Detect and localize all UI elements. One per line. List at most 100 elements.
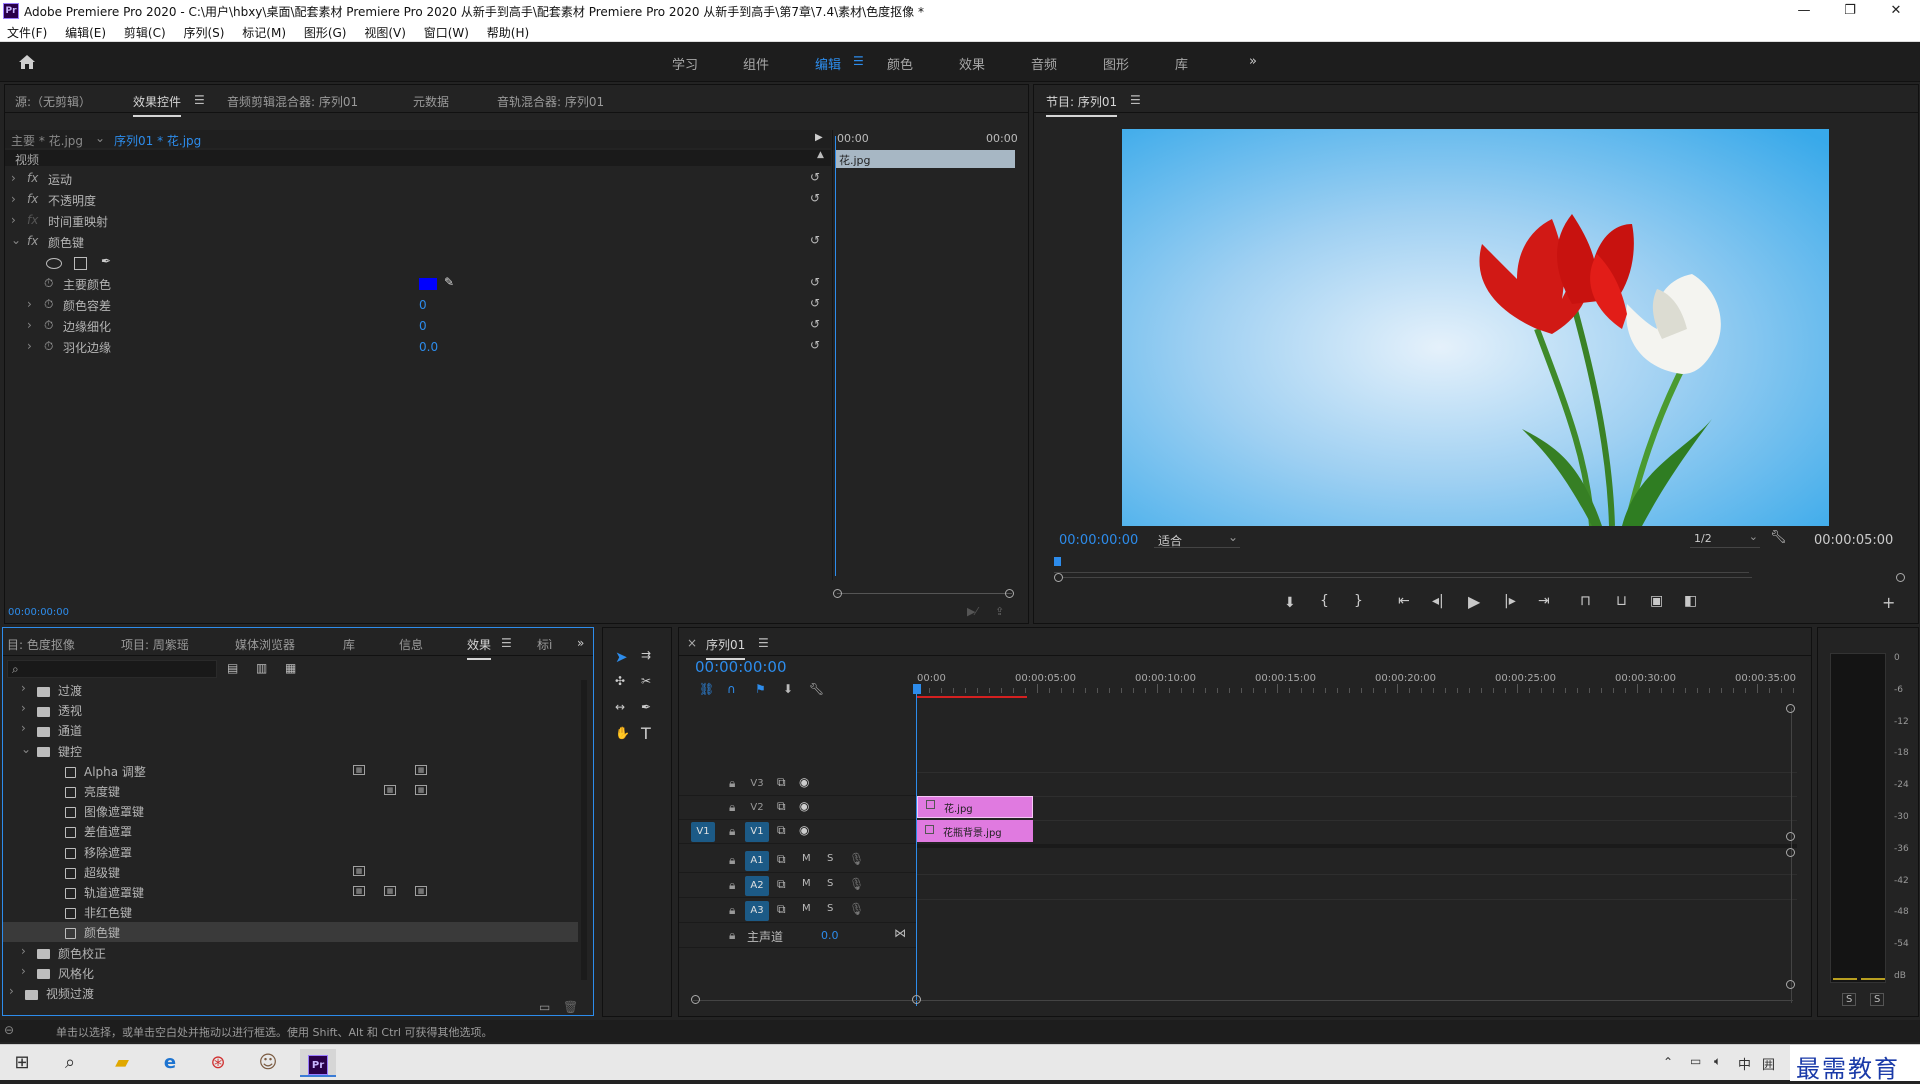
tab-metadata[interactable]: 元数据 bbox=[413, 93, 449, 110]
chevron-right-icon[interactable]: › bbox=[11, 192, 16, 206]
lift-icon[interactable]: ⊓ bbox=[1580, 593, 1591, 609]
workspace-effects[interactable]: 效果 bbox=[959, 54, 985, 73]
zoom-handle-right[interactable] bbox=[912, 995, 921, 1004]
param-row-color-tolerance[interactable]: › ⏱ 颜色容差 0 ↺ bbox=[5, 296, 831, 316]
resolution-dropdown[interactable]: 1/2 ⌄ bbox=[1690, 530, 1760, 548]
effects-search-box[interactable]: ⌕ bbox=[7, 660, 217, 678]
param-row-key-color[interactable]: ⏱ 主要颜色 ✎ ↺ bbox=[5, 275, 831, 295]
mute-button[interactable]: M bbox=[802, 853, 811, 864]
chevron-right-icon[interactable]: › bbox=[9, 984, 14, 998]
eye-icon[interactable]: ◉ bbox=[799, 823, 809, 837]
rectangle-mask-icon[interactable] bbox=[74, 257, 87, 270]
play-audio-icon[interactable]: ▶⁄ bbox=[967, 605, 977, 618]
chevron-right-icon[interactable]: › bbox=[21, 701, 26, 715]
menu-file[interactable]: 文件(F) bbox=[0, 22, 54, 41]
chevron-down-icon[interactable]: ⌄ bbox=[11, 233, 21, 247]
chevron-right-icon[interactable]: › bbox=[21, 681, 26, 695]
tab-project-user[interactable]: 项目: 周紫瑶 bbox=[121, 636, 189, 653]
tray-chevron-up-icon[interactable]: ⌃ bbox=[1663, 1055, 1673, 1069]
reset-icon[interactable]: ↺ bbox=[810, 296, 820, 310]
step-forward-icon[interactable]: |▸ bbox=[1504, 593, 1516, 609]
windows-start-icon[interactable]: ⊞ bbox=[4, 1049, 40, 1077]
scroll-handle[interactable] bbox=[1786, 848, 1795, 857]
key-color-swatch[interactable] bbox=[419, 278, 437, 290]
scroll-handle[interactable] bbox=[1786, 704, 1795, 713]
nest-icon[interactable]: ⛓ bbox=[699, 682, 714, 696]
pen-mask-icon[interactable]: ✒ bbox=[101, 254, 111, 268]
chevron-right-icon[interactable]: › bbox=[21, 964, 26, 978]
effects-search-input[interactable] bbox=[28, 662, 213, 676]
sequence-clip-label[interactable]: 序列01 * 花.jpg bbox=[114, 132, 201, 149]
extract-icon[interactable]: ⊔ bbox=[1616, 593, 1627, 609]
close-tab-icon[interactable]: × bbox=[687, 636, 697, 650]
network-icon[interactable]: ▭ bbox=[1690, 1054, 1701, 1068]
lock-icon[interactable]: 🔒︎ bbox=[729, 824, 735, 839]
fx-badge[interactable]: fx bbox=[27, 192, 38, 206]
track-target-a1[interactable]: A1 bbox=[745, 851, 769, 871]
reset-icon[interactable]: ↺ bbox=[810, 338, 820, 352]
master-clip-label[interactable]: 主要 * 花.jpg bbox=[11, 132, 83, 149]
effect-folder[interactable]: › 颜色校正 bbox=[3, 943, 578, 963]
input-mode-indicator[interactable]: 囲 bbox=[1762, 1054, 1775, 1073]
program-title[interactable]: 节目: 序列01 bbox=[1046, 93, 1118, 117]
solo-left-button[interactable]: S bbox=[1842, 993, 1857, 1006]
reset-icon[interactable]: ↺ bbox=[810, 233, 820, 247]
solo-button[interactable]: S bbox=[827, 853, 833, 864]
export-icon[interactable]: ⇪ bbox=[995, 605, 1004, 618]
program-zoom-bar[interactable] bbox=[1062, 577, 1752, 578]
sync-lock-icon[interactable]: ⧉ bbox=[777, 775, 786, 790]
chevron-right-icon[interactable]: › bbox=[21, 721, 26, 735]
mini-playhead[interactable] bbox=[835, 136, 836, 576]
time-ruler[interactable]: 00:00 00:00:05:00 00:00:10:00 00:00:15:00 00… bbox=[917, 666, 1797, 698]
input-method-indicator[interactable]: 中 bbox=[1738, 1054, 1751, 1073]
param-value[interactable]: 0 bbox=[419, 319, 427, 333]
tab-effects[interactable]: 效果 bbox=[467, 636, 492, 660]
effect-item[interactable]: 轨道遮罩键 ▦ ▦ ▦ bbox=[3, 882, 578, 902]
step-back-icon[interactable]: ◂| bbox=[1432, 593, 1444, 609]
collapse-up-icon[interactable]: ▲ bbox=[817, 150, 824, 160]
mini-zoom-bar[interactable] bbox=[837, 593, 1012, 594]
microphone-icon[interactable]: 🎙︎ bbox=[849, 852, 864, 866]
panel-menu-icon[interactable]: ☰ bbox=[194, 93, 205, 107]
scroll-handle[interactable] bbox=[1786, 832, 1795, 841]
comparison-view-icon[interactable]: ◧ bbox=[1684, 593, 1697, 609]
type-tool-icon[interactable]: T bbox=[641, 724, 651, 743]
slip-tool-icon[interactable]: ↔ bbox=[615, 700, 625, 714]
stopwatch-icon[interactable]: ⏱ bbox=[44, 276, 53, 291]
tab-libraries[interactable]: 库 bbox=[343, 636, 355, 653]
minimize-button[interactable]: — bbox=[1781, 0, 1827, 22]
zoom-handle-left[interactable] bbox=[833, 589, 842, 598]
scroll-handle[interactable] bbox=[1786, 980, 1795, 989]
tab-markers[interactable]: 标ì bbox=[537, 636, 552, 653]
effect-folder[interactable]: › 透视 bbox=[3, 700, 578, 720]
program-timecode[interactable]: 00:00:00:00 bbox=[1059, 533, 1138, 548]
effect-folder[interactable]: › 风格化 bbox=[3, 963, 578, 983]
param-value[interactable]: 0 bbox=[419, 298, 427, 312]
workspace-audio[interactable]: 音频 bbox=[1031, 54, 1057, 73]
play-only-icon[interactable]: ▶ bbox=[815, 132, 823, 143]
tab-info[interactable]: 信息 bbox=[399, 636, 423, 653]
workspace-color[interactable]: 颜色 bbox=[887, 54, 913, 73]
effect-item[interactable]: 非红色键 bbox=[3, 902, 578, 922]
tab-source[interactable]: 源:（无剪辑） bbox=[15, 93, 91, 110]
effect-item[interactable]: 亮度键 ▦ ▦ bbox=[3, 781, 578, 801]
mini-clip-bar[interactable]: 花.jpg bbox=[835, 150, 1015, 168]
effect-item[interactable]: 差值遮罩 bbox=[3, 821, 578, 841]
effects-scrollbar[interactable] bbox=[581, 680, 587, 980]
lock-icon[interactable]: 🔒︎ bbox=[729, 800, 735, 815]
reset-icon[interactable]: ↺ bbox=[810, 191, 820, 205]
sync-lock-icon[interactable]: ⧉ bbox=[777, 823, 786, 838]
eyedropper-icon[interactable]: ✎ bbox=[444, 275, 454, 289]
close-button[interactable]: ✕ bbox=[1873, 0, 1919, 22]
program-time-ruler[interactable] bbox=[1054, 563, 1749, 573]
clip-v2-flower[interactable]: 花.jpg bbox=[917, 796, 1033, 818]
tab-effect-controls[interactable]: 效果控件 bbox=[133, 93, 182, 117]
add-marker-icon[interactable]: ⬇ bbox=[783, 682, 793, 696]
menu-window[interactable]: 窗口(W) bbox=[417, 22, 476, 41]
menu-edit[interactable]: 编辑(E) bbox=[58, 22, 113, 41]
lock-icon[interactable]: 🔒︎ bbox=[729, 776, 735, 791]
fx-badge[interactable]: fx bbox=[27, 171, 38, 185]
chevron-right-icon[interactable]: › bbox=[11, 171, 16, 185]
add-marker-icon[interactable]: ⬇ bbox=[1284, 595, 1296, 611]
master-volume-value[interactable]: 0.0 bbox=[821, 929, 839, 942]
